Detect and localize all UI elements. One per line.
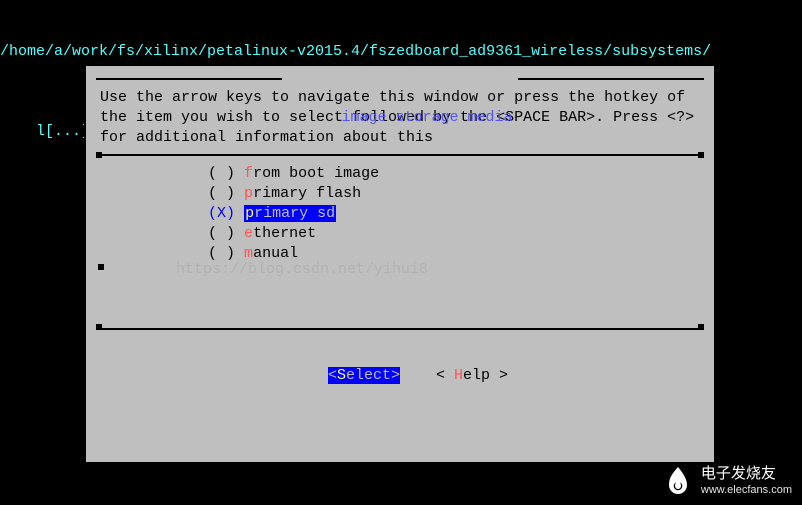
select-button[interactable]: <Select> — [328, 367, 400, 384]
dialog-frame: image storage media Use the arrow keys t… — [84, 64, 716, 464]
option-primary-sd[interactable]: (X) primary sd — [98, 204, 702, 224]
option-ethernet[interactable]: ( ) ethernet — [98, 224, 702, 244]
path-line: /home/a/work/fs/xilinx/petalinux-v2015.4… — [0, 42, 802, 62]
option-primary-flash[interactable]: ( ) primary flash — [98, 184, 702, 204]
option-manual[interactable]: ( ) manual — [98, 244, 702, 264]
help-button[interactable]: < Help > — [436, 367, 508, 384]
option-list[interactable]: ( ) from boot image ( ) primary flash (X… — [98, 154, 702, 330]
dialog-title: image storage media — [341, 109, 512, 126]
option-from-boot-image[interactable]: ( ) from boot image — [98, 164, 702, 184]
dialog-buttons: <Select> < Help > — [86, 366, 714, 386]
brand-url: www.elecfans.com — [701, 482, 792, 498]
menuconfig-dialog: image storage media Use the arrow keys t… — [84, 64, 716, 464]
dialog-title-row: image storage media — [86, 68, 714, 88]
